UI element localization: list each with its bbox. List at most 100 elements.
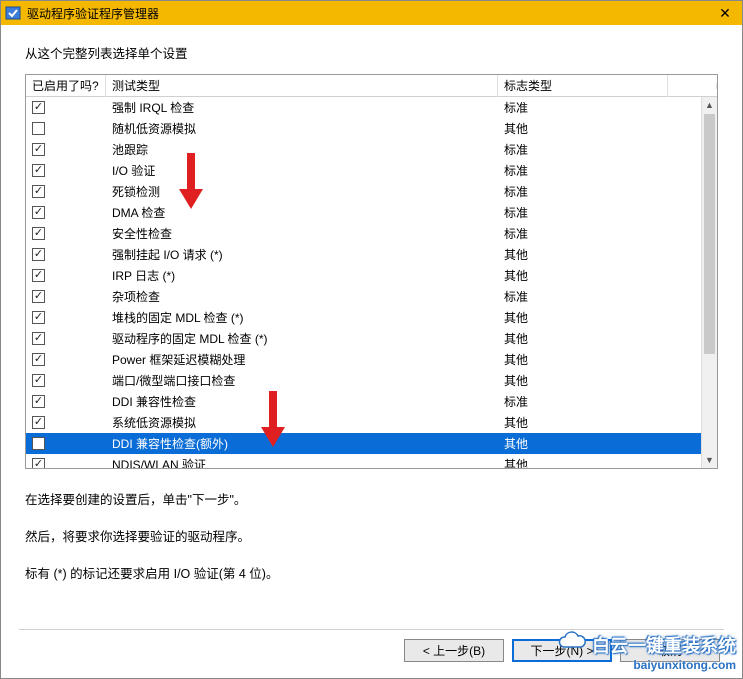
row-flag-label: 其他 bbox=[498, 330, 668, 347]
content-area: 从这个完整列表选择单个设置 已启用了吗? 测试类型 标志类型 强制 IRQL 检… bbox=[1, 25, 742, 582]
row-checkbox[interactable] bbox=[32, 353, 45, 366]
settings-listview: 已启用了吗? 测试类型 标志类型 强制 IRQL 检查标准随机低资源模拟其他池跟… bbox=[25, 74, 718, 469]
row-flag-label: 标准 bbox=[498, 183, 668, 200]
row-checkbox-cell bbox=[26, 185, 106, 198]
column-header-enabled[interactable]: 已启用了吗? bbox=[26, 74, 106, 97]
row-flag-label: 标准 bbox=[498, 225, 668, 242]
row-test-label: DDI 兼容性检查(额外) bbox=[106, 435, 498, 452]
table-row[interactable]: 随机低资源模拟其他 bbox=[26, 118, 701, 139]
table-row[interactable]: 杂项检查标准 bbox=[26, 286, 701, 307]
row-flag-label: 其他 bbox=[498, 120, 668, 137]
row-checkbox[interactable] bbox=[32, 311, 45, 324]
row-checkbox[interactable] bbox=[32, 332, 45, 345]
row-test-label: 强制挂起 I/O 请求 (*) bbox=[106, 246, 498, 263]
table-row[interactable]: 堆栈的固定 MDL 检查 (*)其他 bbox=[26, 307, 701, 328]
wizard-buttons: < 上一步(B) 下一步(N) > 取消 bbox=[404, 639, 720, 662]
row-checkbox-cell bbox=[26, 164, 106, 177]
table-row[interactable]: 安全性检查标准 bbox=[26, 223, 701, 244]
scroll-up-icon[interactable] bbox=[702, 97, 717, 113]
cancel-button[interactable]: 取消 bbox=[620, 639, 720, 662]
row-checkbox-cell bbox=[26, 416, 106, 429]
row-checkbox[interactable] bbox=[32, 143, 45, 156]
row-checkbox[interactable] bbox=[32, 122, 45, 135]
row-flag-label: 其他 bbox=[498, 456, 668, 469]
row-test-label: NDIS/WLAN 验证 bbox=[106, 456, 498, 469]
row-checkbox-cell bbox=[26, 311, 106, 324]
row-test-label: I/O 验证 bbox=[106, 162, 498, 179]
row-flag-label: 标准 bbox=[498, 288, 668, 305]
row-checkbox[interactable] bbox=[32, 248, 45, 261]
row-flag-label: 标准 bbox=[498, 204, 668, 221]
row-flag-label: 其他 bbox=[498, 414, 668, 431]
row-test-label: 堆栈的固定 MDL 检查 (*) bbox=[106, 309, 498, 326]
back-button[interactable]: < 上一步(B) bbox=[404, 639, 504, 662]
table-row[interactable]: IRP 日志 (*)其他 bbox=[26, 265, 701, 286]
next-button[interactable]: 下一步(N) > bbox=[512, 639, 612, 662]
row-checkbox-cell bbox=[26, 290, 106, 303]
instruction-text: 从这个完整列表选择单个设置 bbox=[25, 43, 718, 62]
table-row[interactable]: DDI 兼容性检查(额外)其他 bbox=[26, 433, 701, 454]
table-row[interactable]: I/O 验证标准 bbox=[26, 160, 701, 181]
row-checkbox-cell bbox=[26, 227, 106, 240]
row-checkbox[interactable] bbox=[32, 416, 45, 429]
row-checkbox[interactable] bbox=[32, 101, 45, 114]
row-test-label: 死锁检测 bbox=[106, 183, 498, 200]
row-checkbox-cell bbox=[26, 143, 106, 156]
row-flag-label: 其他 bbox=[498, 246, 668, 263]
scroll-down-icon[interactable] bbox=[702, 452, 717, 468]
column-header-test-type[interactable]: 测试类型 bbox=[106, 74, 498, 97]
row-checkbox[interactable] bbox=[32, 227, 45, 240]
row-checkbox[interactable] bbox=[32, 185, 45, 198]
vertical-scrollbar[interactable] bbox=[701, 97, 717, 468]
table-row[interactable]: 死锁检测标准 bbox=[26, 181, 701, 202]
row-checkbox[interactable] bbox=[32, 395, 45, 408]
row-checkbox[interactable] bbox=[32, 374, 45, 387]
table-row[interactable]: 系统低资源模拟其他 bbox=[26, 412, 701, 433]
scroll-thumb[interactable] bbox=[704, 114, 715, 354]
row-checkbox[interactable] bbox=[32, 164, 45, 177]
table-row[interactable]: 端口/微型端口接口检查其他 bbox=[26, 370, 701, 391]
help-paragraphs: 在选择要创建的设置后，单击"下一步"。 然后，将要求你选择要验证的驱动程序。 标… bbox=[25, 489, 718, 582]
button-separator bbox=[19, 629, 724, 630]
row-checkbox-cell bbox=[26, 374, 106, 387]
row-flag-label: 标准 bbox=[498, 393, 668, 410]
row-test-label: DDI 兼容性检查 bbox=[106, 393, 498, 410]
row-test-label: 池跟踪 bbox=[106, 141, 498, 158]
app-icon bbox=[5, 5, 21, 21]
row-flag-label: 其他 bbox=[498, 372, 668, 389]
help-text-1: 在选择要创建的设置后，单击"下一步"。 bbox=[25, 489, 718, 508]
row-checkbox-cell bbox=[26, 332, 106, 345]
table-row[interactable]: DMA 检查标准 bbox=[26, 202, 701, 223]
row-checkbox-cell bbox=[26, 395, 106, 408]
help-text-2: 然后，将要求你选择要验证的驱动程序。 bbox=[25, 526, 718, 545]
row-checkbox-cell bbox=[26, 248, 106, 261]
table-row[interactable]: 强制 IRQL 检查标准 bbox=[26, 97, 701, 118]
titlebar: 驱动程序验证程序管理器 bbox=[1, 1, 742, 25]
row-flag-label: 其他 bbox=[498, 309, 668, 326]
table-row[interactable]: NDIS/WLAN 验证其他 bbox=[26, 454, 701, 469]
table-row[interactable]: 驱动程序的固定 MDL 检查 (*)其他 bbox=[26, 328, 701, 349]
column-header-flag-type[interactable]: 标志类型 bbox=[498, 74, 668, 97]
row-checkbox[interactable] bbox=[32, 269, 45, 282]
row-checkbox[interactable] bbox=[32, 206, 45, 219]
row-flag-label: 标准 bbox=[498, 162, 668, 179]
row-checkbox-cell bbox=[26, 458, 106, 469]
row-checkbox[interactable] bbox=[32, 458, 45, 469]
row-test-label: 端口/微型端口接口检查 bbox=[106, 372, 498, 389]
table-row[interactable]: 强制挂起 I/O 请求 (*)其他 bbox=[26, 244, 701, 265]
listview-header: 已启用了吗? 测试类型 标志类型 bbox=[26, 75, 717, 97]
row-test-label: 系统低资源模拟 bbox=[106, 414, 498, 431]
row-test-label: 随机低资源模拟 bbox=[106, 120, 498, 137]
table-row[interactable]: 池跟踪标准 bbox=[26, 139, 701, 160]
close-icon[interactable] bbox=[708, 1, 742, 25]
table-row[interactable]: DDI 兼容性检查标准 bbox=[26, 391, 701, 412]
row-test-label: Power 框架延迟模糊处理 bbox=[106, 351, 498, 368]
table-row[interactable]: Power 框架延迟模糊处理其他 bbox=[26, 349, 701, 370]
row-flag-label: 标准 bbox=[498, 141, 668, 158]
row-test-label: DMA 检查 bbox=[106, 204, 498, 221]
row-checkbox-cell bbox=[26, 122, 106, 135]
row-test-label: 驱动程序的固定 MDL 检查 (*) bbox=[106, 330, 498, 347]
row-checkbox[interactable] bbox=[32, 290, 45, 303]
row-checkbox[interactable] bbox=[32, 437, 45, 450]
row-checkbox-cell bbox=[26, 269, 106, 282]
